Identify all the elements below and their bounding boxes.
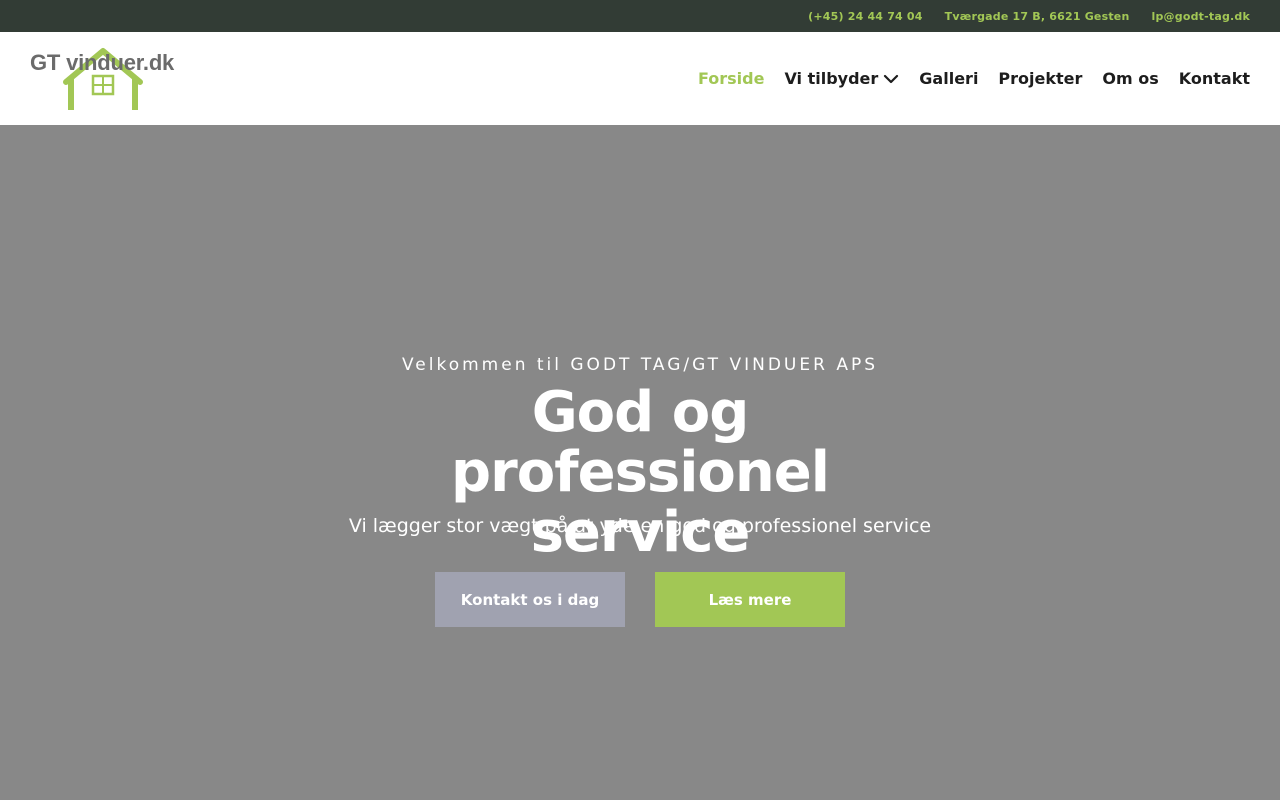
nav-item-forside[interactable]: Forside — [698, 69, 764, 88]
hero-subtitle: Vi lægger stor vægt på at yde en god og … — [348, 515, 932, 537]
read-more-button[interactable]: Læs mere — [655, 572, 845, 627]
nav-item-vi-tilbyder[interactable]: Vi tilbyder — [784, 69, 899, 88]
hero-section: Velkommen til GODT TAG/GT VINDUER APS Go… — [0, 125, 1280, 800]
chevron-down-icon — [884, 74, 899, 83]
logo-text: GT vinduer.dk — [30, 50, 175, 75]
site-logo[interactable]: GT vinduer.dk — [30, 46, 180, 112]
nav-item-kontakt[interactable]: Kontakt — [1179, 69, 1250, 88]
hero-eyebrow: Velkommen til GODT TAG/GT VINDUER APS — [401, 355, 878, 375]
nav-item-projekter[interactable]: Projekter — [998, 69, 1082, 88]
main-nav: Forside Vi tilbyder Galleri Projekter Om… — [698, 32, 1250, 125]
address-link[interactable]: Tværgade 17 B, 6621 Gesten — [945, 10, 1130, 23]
nav-item-galleri[interactable]: Galleri — [919, 69, 978, 88]
site-header: GT vinduer.dk Forside Vi tilbyder Galler… — [0, 32, 1280, 125]
nav-item-om-os[interactable]: Om os — [1102, 69, 1158, 88]
email-link[interactable]: lp@godt-tag.dk — [1152, 10, 1251, 23]
phone-link[interactable]: (+45) 24 44 74 04 — [808, 10, 923, 23]
nav-item-label: Vi tilbyder — [784, 69, 879, 88]
top-bar: (+45) 24 44 74 04 Tværgade 17 B, 6621 Ge… — [0, 0, 1280, 32]
contact-button[interactable]: Kontakt os i dag — [435, 572, 625, 627]
